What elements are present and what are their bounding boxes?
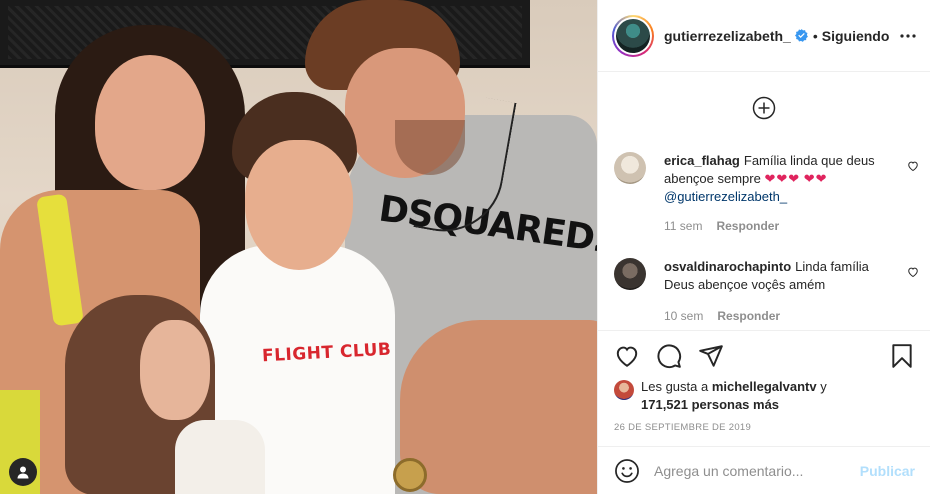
heart-icon[interactable] [907, 266, 919, 278]
post-actions: Les gusta a michellegalvantv y 171,521 p… [598, 330, 930, 455]
liker-avatar[interactable] [614, 380, 634, 400]
comment-hearts: ❤❤ [803, 171, 828, 186]
comment-meta: 11 sem Responder [664, 219, 793, 233]
commenter-avatar[interactable] [614, 152, 646, 184]
likes-summary: Les gusta a michellegalvantv y 171,521 p… [614, 378, 915, 414]
reply-button[interactable]: Responder [717, 309, 780, 323]
more-options-icon[interactable] [900, 33, 916, 38]
author-avatar[interactable] [612, 14, 654, 57]
comment-text: osvaldinarochapinto Linda família Deus ab… [664, 258, 892, 294]
liker-username[interactable]: michellegalvantv [712, 379, 817, 394]
post-header: gutierrezelizabeth_ • Siguiendo [598, 0, 930, 72]
user-tag-icon[interactable] [9, 458, 37, 486]
likes-count[interactable]: 171,521 personas más [641, 397, 779, 412]
girl-face [140, 320, 210, 420]
comment-mention[interactable]: @gutierrezelizabeth_ [664, 189, 787, 204]
comment-item: osvaldinarochapinto Linda família Deus ab… [614, 258, 919, 328]
verified-badge-icon [794, 29, 808, 42]
following-button[interactable]: Siguiendo [822, 28, 890, 44]
post-date[interactable]: 26 DE SEPTIEMBRE DE 2019 [614, 422, 915, 433]
comment-item: erica_flahag Família linda que deus abenç… [614, 152, 919, 242]
wristwatch [393, 458, 427, 492]
girl-dress [175, 420, 265, 494]
comment-time[interactable]: 11 sem [664, 219, 702, 233]
comment-username[interactable]: erica_flahag [664, 153, 740, 168]
post-side-panel: gutierrezelizabeth_ • Siguiendo erica_fl… [597, 0, 930, 494]
woman-face [95, 55, 205, 190]
commenter-avatar[interactable] [614, 258, 646, 290]
man-arm [400, 320, 597, 494]
likes-and: y [820, 379, 827, 394]
comment-meta: 10 sem Responder [664, 309, 794, 323]
comment-username[interactable]: osvaldinarochapinto [664, 259, 791, 274]
comment-composer: Publicar [598, 446, 930, 494]
comment-text: erica_flahag Família linda que deus abenç… [664, 152, 892, 206]
bookmark-icon[interactable] [889, 343, 915, 369]
heart-icon[interactable] [907, 160, 919, 172]
share-icon[interactable] [698, 343, 724, 369]
likes-text: Les gusta a michellegalvantv y 171,521 p… [641, 378, 827, 414]
publish-button[interactable]: Publicar [860, 463, 915, 479]
user-tag-glyph [17, 466, 29, 479]
likes-prefix: Les gusta a [641, 379, 709, 394]
boy-face [245, 140, 353, 270]
comment-input[interactable] [654, 462, 854, 479]
reply-button[interactable]: Responder [716, 219, 779, 233]
heart-icon[interactable] [614, 343, 640, 369]
emoji-icon[interactable] [614, 458, 640, 484]
comment-time[interactable]: 10 sem [664, 309, 703, 323]
comment-icon[interactable] [656, 343, 682, 369]
comment-hearts: ❤❤❤ [764, 171, 801, 186]
header-separator: • [812, 27, 818, 44]
plus-circle-icon[interactable] [752, 96, 776, 120]
action-bar [614, 343, 915, 369]
post-photo[interactable]: DSQUARED2 FLIGHT CLUB [0, 0, 597, 494]
author-username[interactable]: gutierrezelizabeth_ [664, 28, 791, 44]
